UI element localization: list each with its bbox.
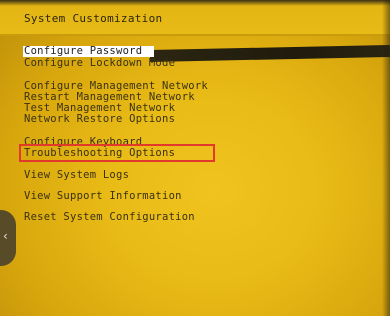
dcui-screen: System Customization Configure Password … <box>0 0 390 316</box>
selection-band <box>149 44 390 62</box>
menu-item-configure-password[interactable]: Configure Password <box>23 46 154 57</box>
monitor-frame-right <box>382 0 390 316</box>
troubleshooting-highlight-box <box>19 144 215 162</box>
menu-item-network-restore-options[interactable]: Network Restore Options <box>24 114 175 125</box>
chevron-left-icon: ‹ <box>3 229 8 243</box>
left-edge-handle[interactable]: ‹ <box>0 210 16 266</box>
screen-title: System Customization <box>24 12 163 25</box>
header-divider <box>0 34 390 36</box>
menu-item-view-support-information[interactable]: View Support Information <box>24 191 182 202</box>
menu-item-reset-system-configuration[interactable]: Reset System Configuration <box>24 212 195 223</box>
menu-item-view-system-logs[interactable]: View System Logs <box>24 170 129 181</box>
monitor-frame-top <box>0 0 390 6</box>
menu-item-configure-lockdown-mode[interactable]: Configure Lockdown Mode <box>24 58 175 69</box>
